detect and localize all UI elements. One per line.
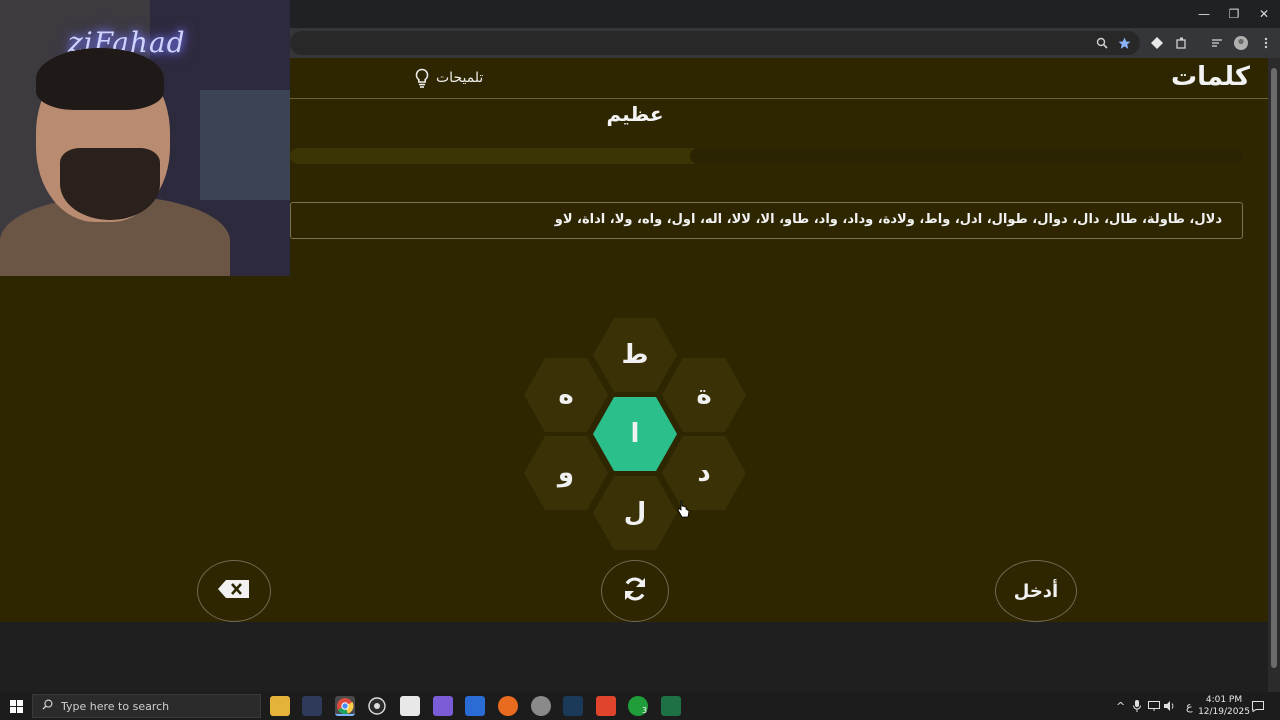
rank-title: عظيم [606,102,664,126]
shuffle-button[interactable] [601,560,669,622]
letter-hex-upper-left[interactable]: ه [524,358,608,432]
app-icon[interactable] [302,696,322,716]
discord-icon[interactable] [433,696,453,716]
scrollbar-thumb[interactable] [1271,68,1277,668]
minimize-button[interactable]: — [1188,0,1220,28]
windows-taskbar: Type here to search 3 ^ ع 4:01 PM 12/19/… [0,692,1280,720]
app-icon-2[interactable] [531,696,551,716]
address-bar[interactable] [290,31,1140,55]
steam-icon[interactable] [563,696,583,716]
clock-date: 12/19/2025 [1198,707,1250,717]
webcam-overlay: ziFahad [0,0,290,276]
zoom-icon[interactable] [1092,33,1112,53]
letter-hex-lower-right[interactable]: د [662,436,746,510]
menu-kebab-icon[interactable] [1256,33,1276,53]
page-scrollbar[interactable] [1268,58,1280,692]
volume-icon[interactable] [1164,692,1176,720]
tray-chevron-icon[interactable]: ^ [1116,692,1125,720]
progress-bar [290,148,1243,164]
search-icon [33,699,61,713]
chrome-icon[interactable] [335,696,355,716]
store-icon[interactable] [400,696,420,716]
firefox-icon[interactable] [498,696,518,716]
microphone-icon[interactable] [1133,692,1141,720]
close-button[interactable]: ✕ [1248,0,1280,28]
enter-button[interactable]: أدخل [995,560,1077,622]
brave-icon[interactable] [596,696,616,716]
taskbar-search-box[interactable]: Type here to search [32,694,261,718]
extension-diamond-icon[interactable] [1147,33,1167,53]
progress-bar-fill [690,148,1243,164]
delete-button[interactable] [197,560,271,622]
start-button[interactable] [0,692,32,720]
file-explorer-icon[interactable] [270,696,290,716]
word-icon[interactable] [465,696,485,716]
input-language[interactable]: ع [1186,692,1193,720]
found-words-list: دلال، طاولة، طال، دال، دوال، طوال، ادل، … [554,212,1222,227]
letter-hex-bottom[interactable]: ل [593,476,677,550]
notifications-icon[interactable] [1252,692,1264,720]
page-footer-area [0,622,1268,692]
restore-button[interactable]: ❐ [1218,0,1250,28]
backspace-icon [217,579,251,603]
windows-logo-icon [9,699,23,713]
xbox-icon[interactable]: 3 [628,696,648,716]
enter-label: أدخل [1013,580,1059,602]
streamer-beard [60,148,160,220]
lightbulb-icon [414,68,430,88]
streamer-hair [36,48,164,110]
webcam-shelf [200,90,290,200]
profile-avatar-icon[interactable] [1231,33,1251,53]
reading-list-icon[interactable] [1207,33,1227,53]
clock-time: 4:01 PM [1205,695,1243,705]
hand-cursor-icon [677,500,690,522]
letter-hex-center[interactable]: ا [593,397,677,471]
hints-label: تلميحات [436,70,484,86]
letter-hex-lower-left[interactable]: و [524,436,608,510]
taskbar-clock[interactable]: 4:01 PM 12/19/2025 [1196,694,1252,718]
extensions-puzzle-icon[interactable] [1172,33,1192,53]
found-words-box[interactable]: دلال، طاولة، طال، دال، دوال، طوال، ادل، … [290,202,1243,239]
hints-button[interactable]: تلميحات [414,66,483,90]
letter-hex-top[interactable]: ط [593,318,677,392]
game-logo: كلمات [1170,62,1250,92]
obs-icon[interactable] [367,696,387,716]
bookmark-star-icon[interactable] [1114,33,1134,53]
network-icon[interactable] [1148,692,1160,720]
search-placeholder: Type here to search [61,699,170,713]
xbox-badge: 3 [642,706,648,715]
excel-icon[interactable] [661,696,681,716]
refresh-icon [621,575,649,607]
letter-hex-upper-right[interactable]: ة [662,358,746,432]
